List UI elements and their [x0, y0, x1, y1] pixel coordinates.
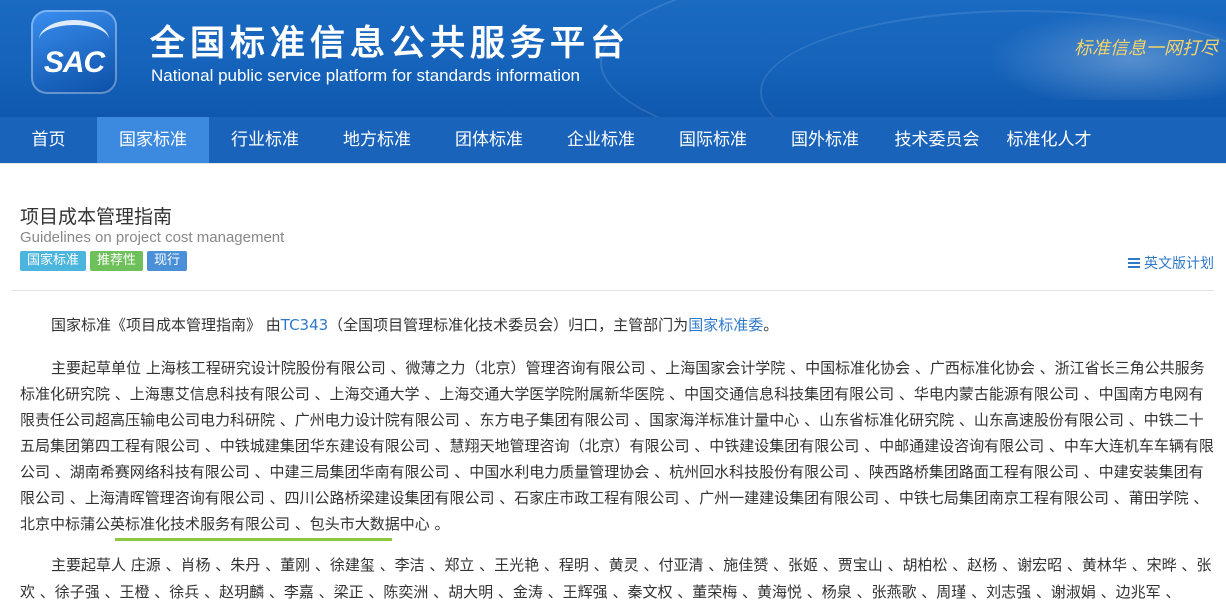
nav-item-national-standards[interactable]: 国家标准 [97, 117, 209, 163]
intro-middle: （全国项目管理标准化技术委员会）归口，主管部门为 [328, 316, 689, 334]
drafting-units-paragraph: 主要起草单位 上海核工程研究设计院股份有限公司 、微薄之力（北京）管理咨询有限公… [20, 359, 1214, 533]
sac-dept-link[interactable]: 国家标准委 [688, 316, 763, 334]
standard-title-en: Guidelines on project cost management [20, 229, 285, 246]
nav-item-home[interactable]: 首页 [0, 117, 97, 163]
nav-item-industry-standards[interactable]: 行业标准 [209, 117, 321, 163]
english-plan-label[interactable]: 英文版计划 [1144, 253, 1214, 273]
tc343-link[interactable]: TC343 [281, 316, 328, 334]
english-plan-link[interactable]: 英文版计划 [1128, 253, 1214, 273]
nav-item-international-standards[interactable]: 国际标准 [657, 117, 769, 163]
content-top-border [0, 163, 1226, 182]
tag-current: 现行 [147, 251, 188, 271]
section-divider [12, 290, 1214, 291]
nav-item-group-standards[interactable]: 团体标准 [433, 117, 545, 163]
site-title: 全国标准信息公共服务平台 [150, 24, 631, 64]
site-header: SAC 全国标准信息公共服务平台 National public service… [0, 0, 1226, 117]
sac-logo[interactable]: SAC [31, 10, 117, 94]
list-icon [1128, 257, 1140, 269]
standard-tags: 国家标准 推荐性 现行 [20, 251, 188, 271]
nav-item-standardization-talent[interactable]: 标准化人才 [993, 117, 1105, 163]
tag-national-standard: 国家标准 [20, 251, 87, 271]
site-slogan: 标准信息一网打尽 [1074, 38, 1218, 59]
standard-title-zh: 项目成本管理指南 [20, 206, 173, 228]
logo-text: SAC [43, 46, 105, 79]
nav-item-foreign-standards[interactable]: 国外标准 [769, 117, 881, 163]
drafters-paragraph: 主要起草人 庄源 、肖杨 、朱丹 、董刚 、徐建玺 、李洁 、郑立 、王光艳 、… [20, 556, 1212, 601]
intro-paragraph: 国家标准《项目成本管理指南》 由TC343（全国项目管理标准化技术委员会）归口，… [20, 314, 1216, 335]
nav-item-enterprise-standards[interactable]: 企业标准 [545, 117, 657, 163]
tag-recommended: 推荐性 [90, 251, 144, 271]
highlight-underline [115, 538, 392, 541]
nav-item-technical-committees[interactable]: 技术委员会 [881, 117, 993, 163]
nav-item-local-standards[interactable]: 地方标准 [321, 117, 433, 163]
site-subtitle: National public service platform for sta… [151, 66, 580, 85]
intro-prefix: 国家标准《项目成本管理指南》 由 [51, 316, 281, 334]
intro-suffix: 。 [763, 316, 779, 334]
main-nav: 首页 国家标准 行业标准 地方标准 团体标准 企业标准 国际标准 国外标准 技术… [0, 117, 1226, 163]
